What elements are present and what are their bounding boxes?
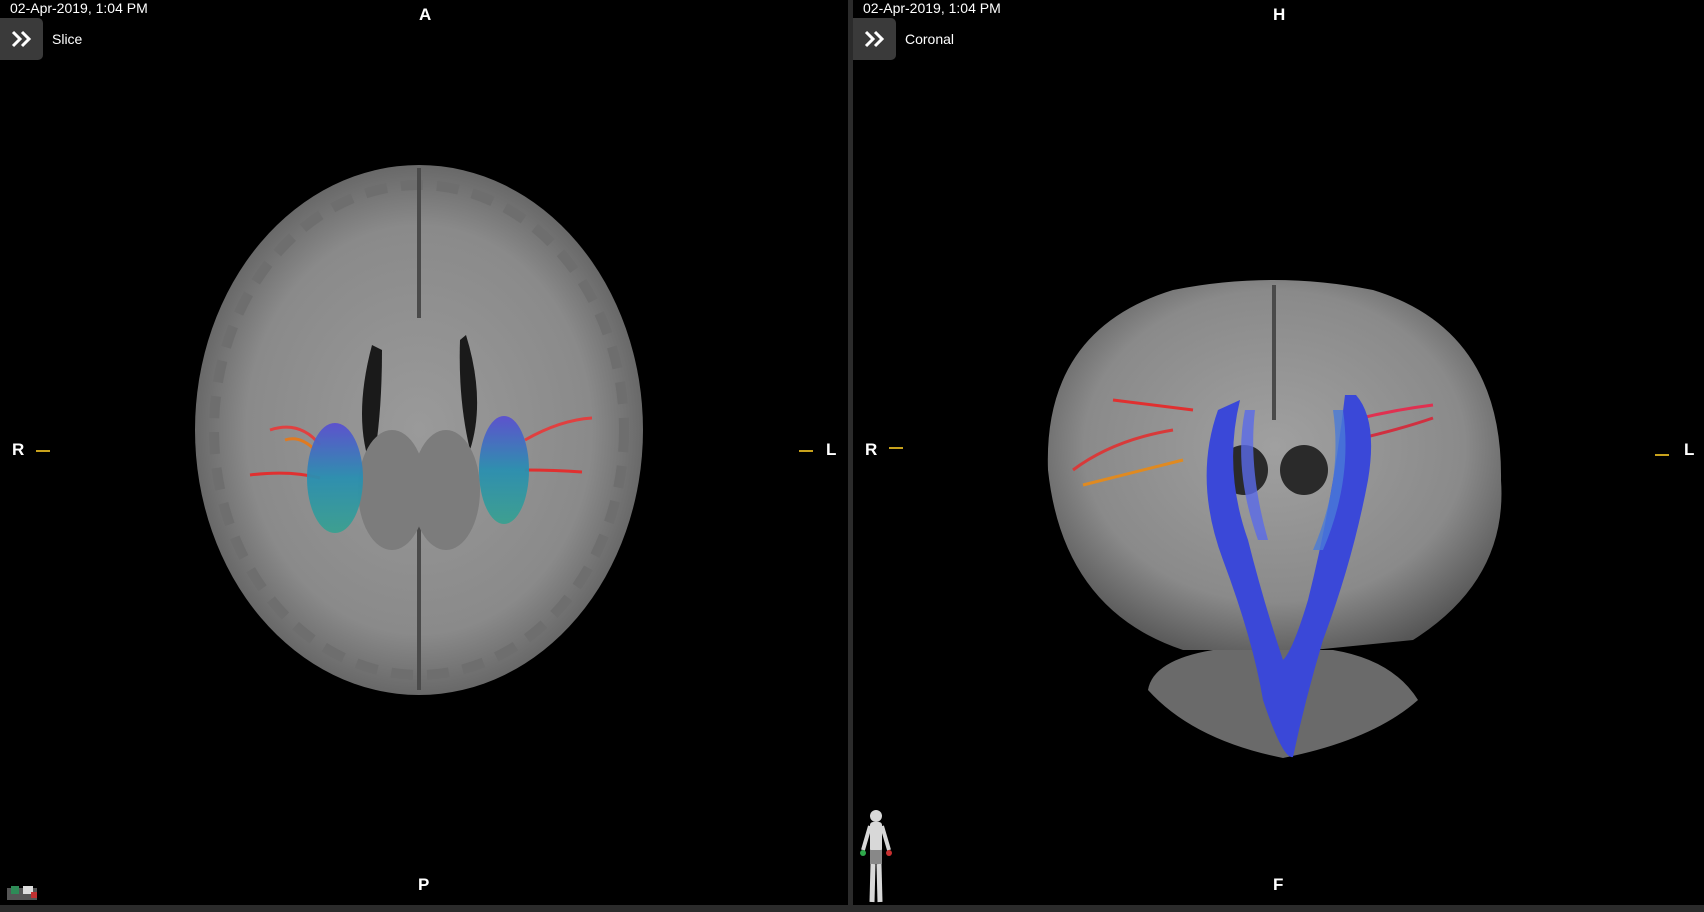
right-scale-marker [1655,454,1669,456]
orientation-right-label: L [826,440,837,459]
orientation-right-label: L [1684,440,1695,459]
right-scale-marker [799,450,813,452]
view-type-label: Coronal [905,31,955,47]
bottom-frame-border [0,905,1704,912]
orientation-top-label: A [419,5,432,24]
coronal-viewport[interactable]: 02-Apr-2019, 1:04 PM Coronal H F R L [853,0,1704,905]
orientation-bottom-label: P [418,875,430,894]
left-scale-marker [889,447,903,449]
view-type-label: Slice [52,31,83,47]
left-expand-button[interactable] [0,18,43,60]
human-figure-orientation-icon [860,810,892,903]
orientation-cube-icon [7,886,37,900]
double-chevron-right-icon [864,30,884,48]
axial-viewport[interactable]: 02-Apr-2019, 1:04 PM Slice A P R L [0,0,848,905]
right-expand-button[interactable] [853,18,896,60]
orientation-left-label: R [12,440,25,459]
right-timestamp: 02-Apr-2019, 1:04 PM [863,0,1001,16]
orientation-bottom-label: F [1273,875,1284,894]
double-chevron-right-icon [11,30,31,48]
axial-brain-image [195,165,643,695]
orientation-left-label: R [865,440,878,459]
left-timestamp: 02-Apr-2019, 1:04 PM [10,0,148,16]
coronal-brain-image [1047,280,1502,758]
orientation-top-label: H [1273,5,1286,24]
left-scale-marker [36,450,50,452]
